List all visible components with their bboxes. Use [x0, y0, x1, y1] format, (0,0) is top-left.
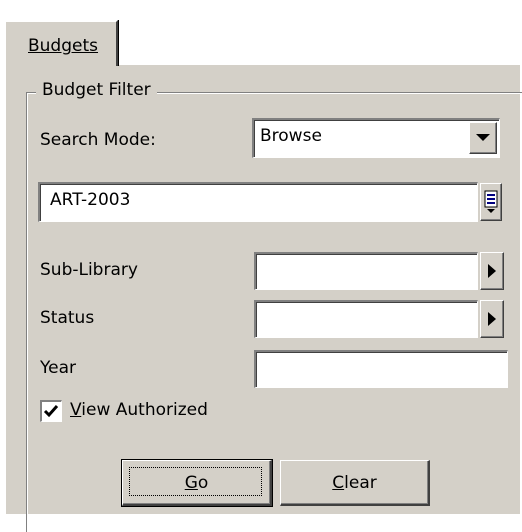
status-field[interactable] [254, 300, 478, 338]
chevron-down-icon [476, 134, 490, 141]
view-authorized-checkbox[interactable] [40, 400, 62, 422]
view-authorized-mnemonic: V [70, 400, 82, 420]
go-button[interactable]: Go [121, 459, 273, 507]
chevron-right-icon [488, 264, 496, 278]
dropdown-arrow-button[interactable] [469, 122, 497, 154]
clear-label-text: lear [344, 472, 377, 493]
search-text-field[interactable]: ART-2003 [38, 182, 478, 222]
search-mode-label: Search Mode: [40, 130, 156, 150]
sub-library-field[interactable] [254, 252, 478, 290]
clear-mnemonic: C [332, 472, 345, 493]
view-authorized-label[interactable]: View Authorized [70, 400, 208, 420]
clear-button-label: Clear [332, 473, 376, 493]
chevron-right-icon [488, 312, 496, 326]
year-label: Year [40, 358, 76, 378]
list-select-button[interactable] [480, 183, 502, 221]
year-field[interactable] [254, 350, 508, 388]
status-button[interactable] [480, 300, 504, 338]
sub-library-button[interactable] [480, 252, 504, 290]
focus-ring [129, 467, 262, 496]
sub-library-label: Sub-Library [40, 260, 138, 280]
status-label: Status [40, 308, 95, 328]
tab-budgets-label: Budgets [28, 36, 99, 56]
view-authorized-label-text: iew Authorized [81, 400, 208, 420]
budget-filter-label: Budget Filter [36, 80, 157, 100]
search-mode-select[interactable]: Browse [252, 118, 500, 158]
tab-budgets[interactable]: Budgets [4, 20, 118, 66]
search-mode-value: Browse [260, 126, 322, 146]
checkmark-icon [43, 405, 59, 418]
clear-button[interactable]: Clear [280, 460, 430, 506]
search-text-value: ART-2003 [50, 190, 131, 210]
list-icon [484, 190, 498, 213]
